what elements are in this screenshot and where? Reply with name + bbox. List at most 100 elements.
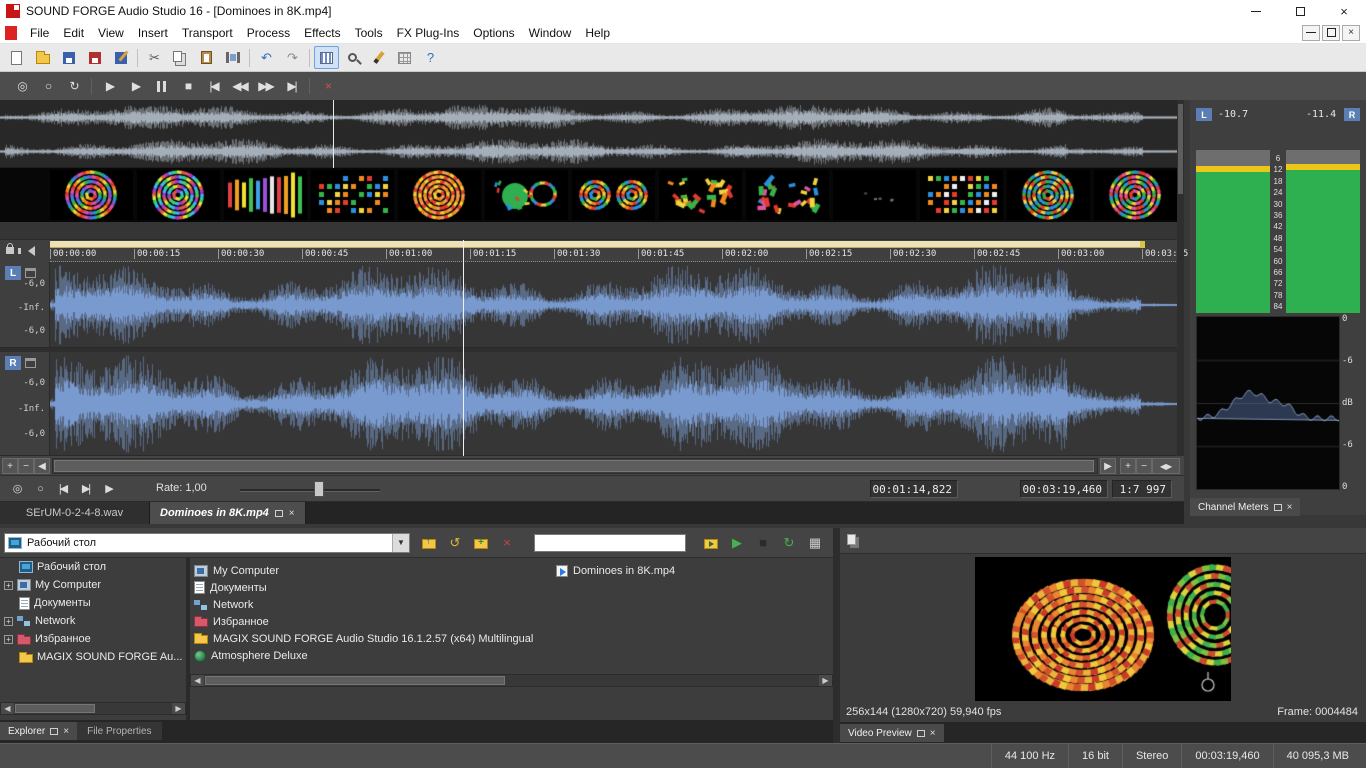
menu-tools[interactable]: Tools	[348, 23, 390, 43]
copy-frame-icon[interactable]	[847, 534, 856, 545]
record-remote-button[interactable]: ◎	[6, 478, 27, 499]
address-combo[interactable]: Рабочий стол ▼	[4, 533, 410, 553]
restore-button[interactable]	[1278, 0, 1322, 22]
video-thumbnail[interactable]	[1094, 170, 1177, 220]
channel-minimize-icon[interactable]	[25, 358, 36, 368]
video-thumbnail[interactable]	[572, 170, 655, 220]
menu-help[interactable]: Help	[578, 23, 617, 43]
tree-horizontal-scrollbar[interactable]: ◀ ▶	[0, 702, 186, 715]
document-tab[interactable]: SErUM-0-2-4-8.wav	[0, 502, 150, 524]
overview-waveform-left[interactable]	[0, 101, 1184, 134]
video-thumbnail[interactable]	[224, 170, 307, 220]
explorer-search-input[interactable]	[534, 534, 686, 552]
extract-audio-button[interactable]	[699, 532, 723, 554]
zoom-out-button[interactable]: −	[1136, 458, 1152, 474]
loop-playback-button[interactable]: ↻	[62, 75, 85, 97]
preview-stop-button[interactable]: ■	[751, 532, 775, 554]
render-as-button[interactable]	[108, 46, 133, 69]
explorer-tab[interactable]: Explorer×	[0, 722, 77, 740]
close-icon[interactable]: ×	[1287, 502, 1293, 513]
scroll-right-button[interactable]: ▶	[819, 675, 832, 686]
file-properties-tab[interactable]: File Properties	[77, 722, 161, 740]
float-icon[interactable]	[50, 728, 58, 735]
close-button[interactable]: ×	[1322, 0, 1366, 22]
video-thumbnail[interactable]	[137, 170, 220, 220]
float-icon[interactable]	[1274, 504, 1282, 511]
dropdown-button[interactable]: ▼	[392, 534, 409, 552]
paste-button[interactable]	[194, 46, 219, 69]
list-item[interactable]: MAGIX SOUND FORGE Audio Studio 16.1.2.57…	[194, 630, 533, 647]
menu-file[interactable]: File	[23, 23, 56, 43]
tree-item[interactable]: Документы	[0, 594, 186, 612]
zoom-out-vertical-button[interactable]: −	[18, 458, 34, 474]
menu-window[interactable]: Window	[522, 23, 579, 43]
mdi-minimize-button[interactable]	[1302, 25, 1320, 41]
remove-button[interactable]: ×	[495, 532, 519, 554]
scroll-right-button[interactable]: ▶	[1100, 458, 1116, 474]
mdi-close-button[interactable]: ×	[1342, 25, 1360, 41]
snap-grid-button[interactable]	[392, 46, 417, 69]
preview-play-button[interactable]: ▶	[725, 532, 749, 554]
float-icon[interactable]	[917, 730, 925, 737]
zoom-tool-button[interactable]	[340, 46, 365, 69]
list-item[interactable]: Избранное	[194, 613, 533, 630]
menu-edit[interactable]: Edit	[56, 23, 91, 43]
close-icon[interactable]: ×	[930, 728, 936, 739]
expand-icon[interactable]: +	[4, 635, 13, 644]
record-remote-button[interactable]: ◎	[10, 75, 33, 97]
menu-insert[interactable]: Insert	[131, 23, 175, 43]
waveform-right-canvas[interactable]	[50, 353, 1180, 455]
overview-waveform-right[interactable]	[0, 135, 1184, 168]
save-as-button[interactable]	[82, 46, 107, 69]
rate-slider[interactable]	[240, 489, 380, 491]
tree-item[interactable]: +Network	[0, 612, 186, 630]
go-to-end-button[interactable]: ▶|	[75, 478, 96, 499]
video-preview-tab[interactable]: Video Preview ×	[840, 724, 944, 742]
copy-button[interactable]	[168, 46, 193, 69]
tree-item[interactable]: +My Computer	[0, 576, 186, 594]
open-file-button[interactable]	[30, 46, 55, 69]
scroll-right-button[interactable]: ▶	[172, 703, 185, 714]
tree-item[interactable]: Рабочий стол	[0, 558, 186, 576]
play-all-button[interactable]: ▶	[98, 75, 121, 97]
video-thumbnail[interactable]	[311, 170, 394, 220]
folder-up-button[interactable]	[417, 532, 441, 554]
zoom-ratio-display[interactable]: 1:7 997	[1112, 480, 1172, 498]
stop-button[interactable]: ■	[176, 75, 199, 97]
auto-preview-button[interactable]: ↻	[777, 532, 801, 554]
go-to-start-button[interactable]: |◀	[202, 75, 225, 97]
list-item[interactable]: My Computer	[194, 562, 533, 579]
scrollbar-thumb[interactable]	[54, 460, 1094, 472]
record-button[interactable]: ○	[36, 75, 59, 97]
paste-special-button[interactable]	[314, 46, 339, 69]
zoom-selection-button[interactable]: ◀▶	[1152, 458, 1180, 474]
trim-button[interactable]	[220, 46, 245, 69]
menu-process[interactable]: Process	[240, 23, 297, 43]
redo-button[interactable]: ↷	[280, 46, 305, 69]
pause-button[interactable]	[150, 75, 173, 97]
playhead-cursor[interactable]	[463, 240, 464, 456]
video-thumbnail[interactable]	[659, 170, 742, 220]
channel-meters-tab[interactable]: Channel Meters ×	[1190, 498, 1300, 516]
view-mode-button[interactable]: ▦	[803, 532, 827, 554]
list-item[interactable]: Atmosphere Deluxe	[194, 647, 533, 664]
video-thumbnail[interactable]	[833, 170, 916, 220]
video-thumbnail[interactable]	[746, 170, 829, 220]
video-thumbnail[interactable]	[398, 170, 481, 220]
vertical-scrollbar-thumb[interactable]	[1178, 104, 1183, 194]
document-tab[interactable]: Dominoes in 8K.mp4×	[150, 502, 306, 524]
current-position-display[interactable]: 00:01:14,822	[870, 480, 958, 498]
minimize-button[interactable]	[1234, 0, 1278, 22]
expand-icon[interactable]: +	[4, 581, 13, 590]
menu-transport[interactable]: Transport	[175, 23, 240, 43]
time-ruler[interactable]: 00:00:0000:00:1500:00:3000:00:4500:01:00…	[0, 240, 1184, 262]
video-track[interactable]	[0, 168, 1184, 222]
video-thumbnail[interactable]	[50, 170, 133, 220]
files-horizontal-scrollbar[interactable]: ◀ ▶	[190, 674, 833, 687]
vertical-scrollbar[interactable]	[1177, 100, 1184, 456]
zoom-in-vertical-button[interactable]: +	[2, 458, 18, 474]
scroll-left-button[interactable]: ◀	[34, 458, 50, 474]
cancel-marker-button[interactable]: ×	[316, 75, 339, 97]
fast-forward-button[interactable]: ▶▶	[254, 75, 277, 97]
speaker-icon[interactable]	[28, 246, 35, 256]
